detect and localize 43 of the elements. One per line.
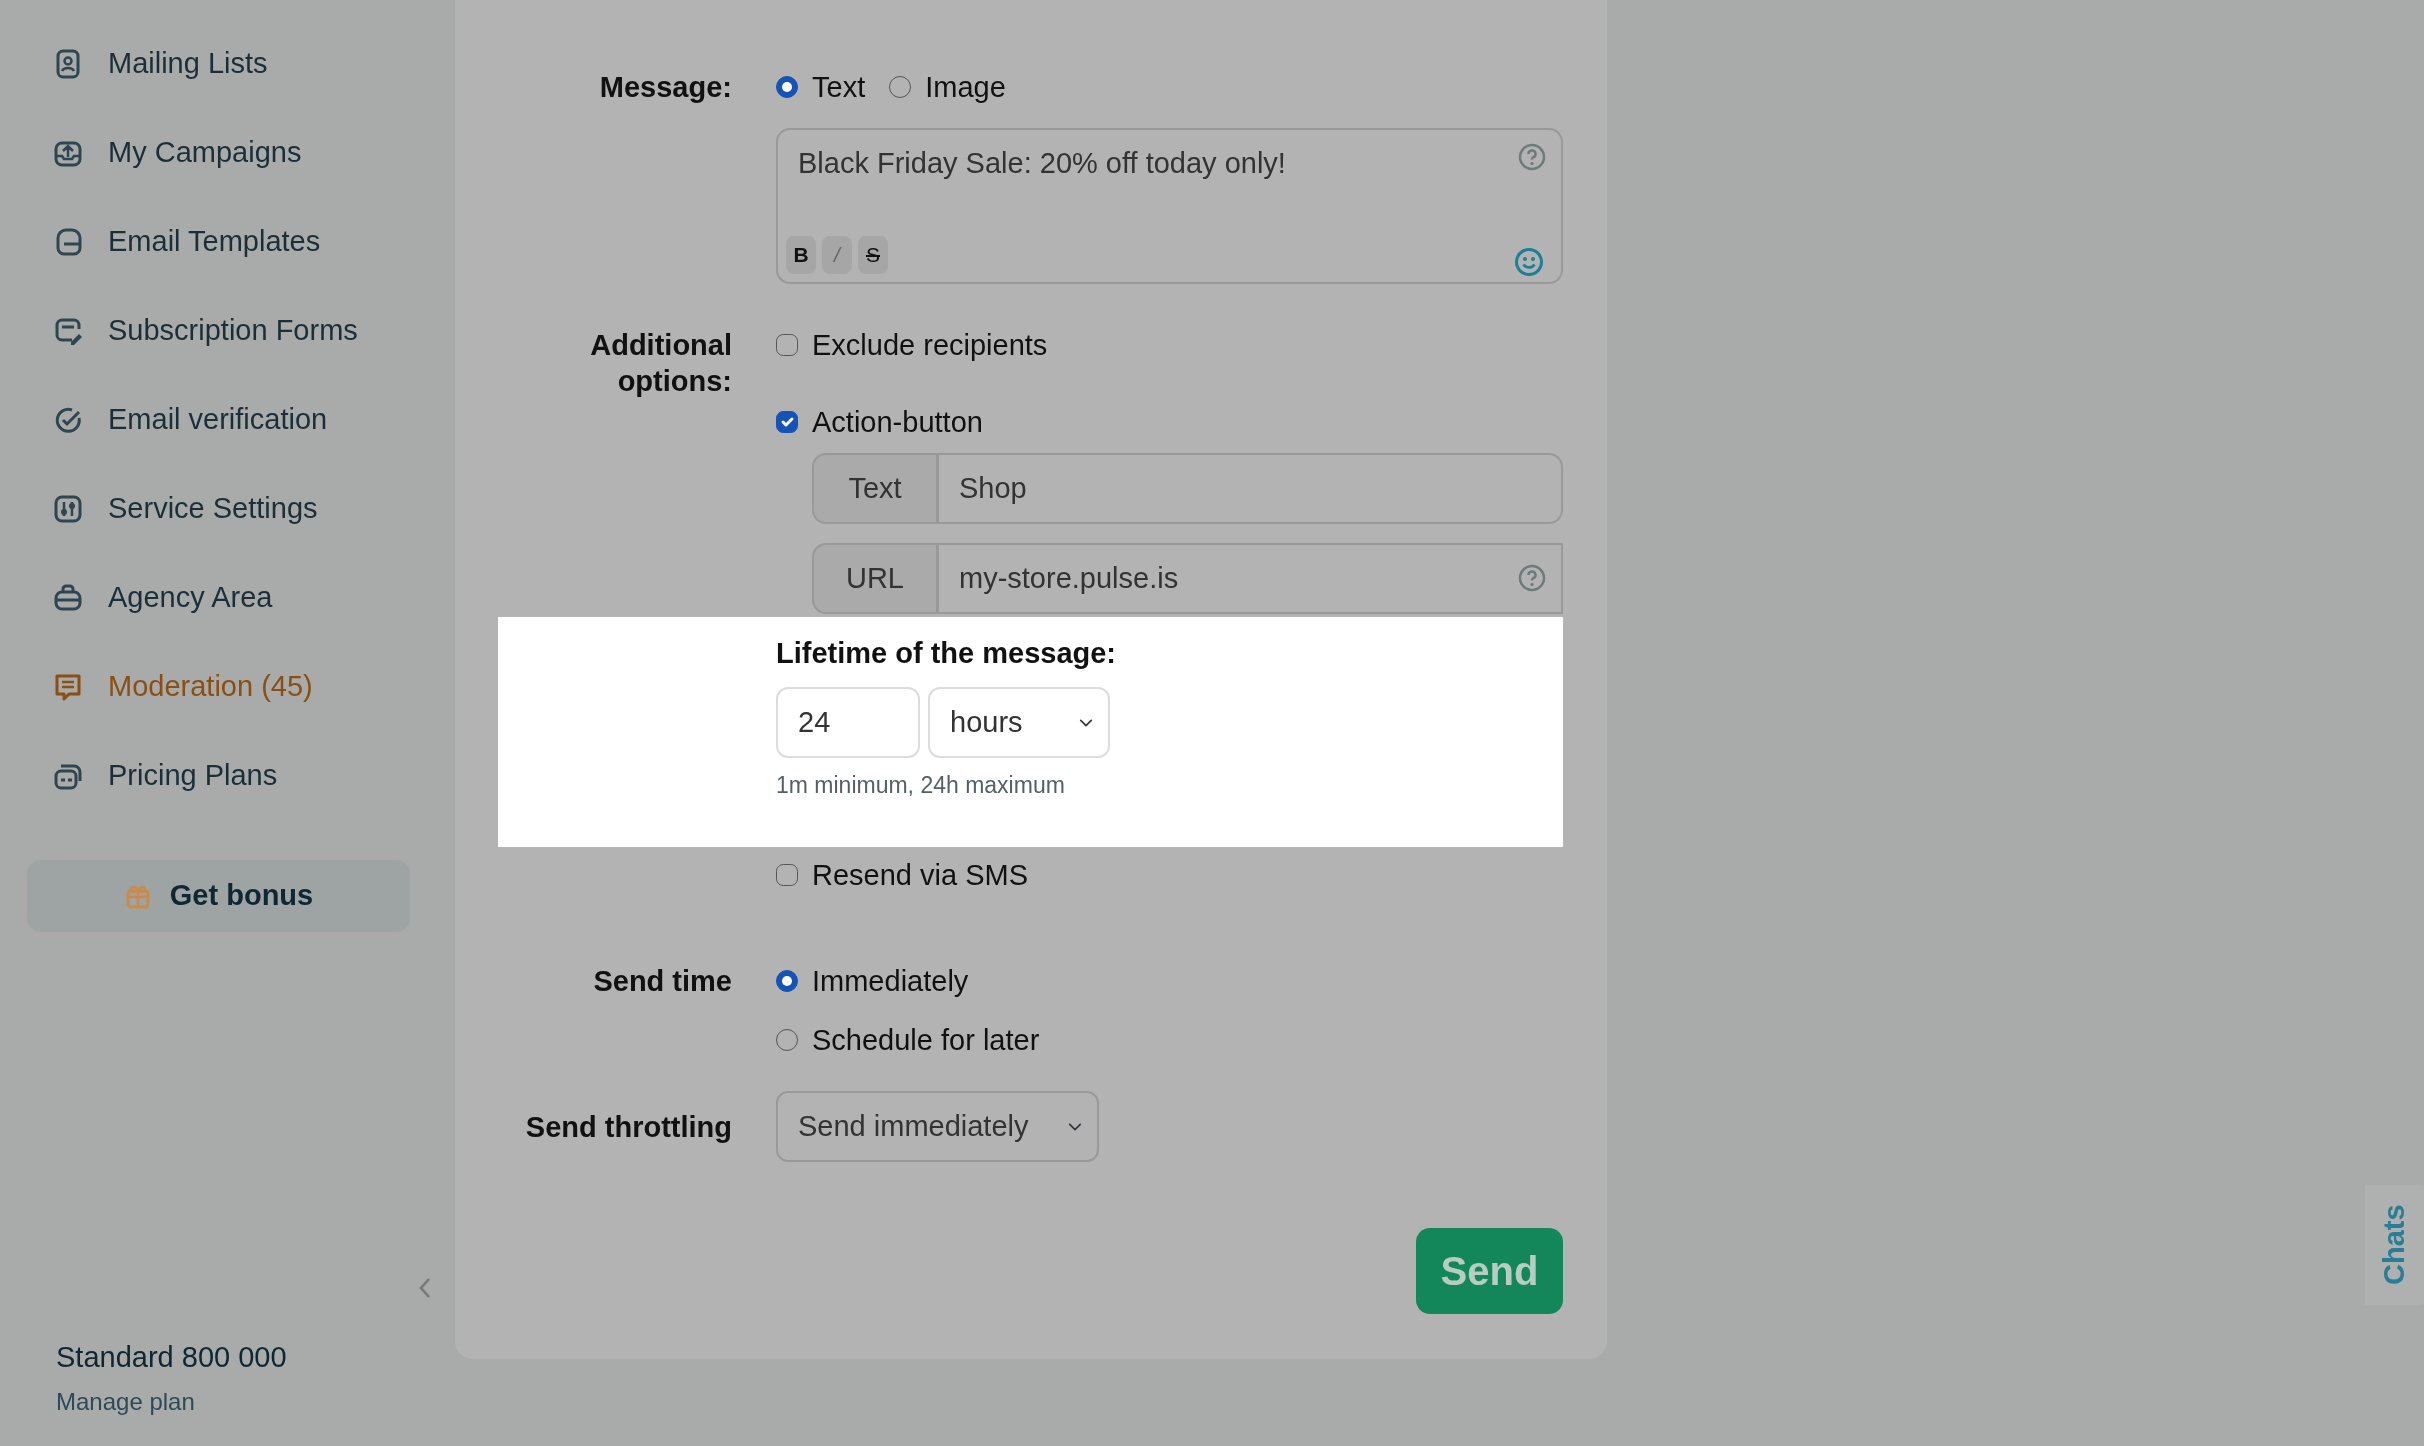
sidebar-item[interactable]: Email verification — [0, 375, 455, 464]
manage-plan-link[interactable]: Manage plan — [56, 1383, 287, 1420]
get-bonus-button[interactable]: Get bonus — [27, 860, 410, 932]
radio-button[interactable] — [776, 1029, 798, 1051]
field-addon: Text — [812, 453, 938, 524]
radio-button[interactable] — [889, 76, 912, 98]
radio-button[interactable] — [776, 76, 798, 98]
plan-name: Standard 800 000 — [56, 1340, 287, 1375]
checkbox-label: Exclude recipients — [812, 328, 1048, 363]
unit-select[interactable]: hours — [928, 687, 1110, 758]
checkbox[interactable] — [776, 334, 798, 356]
field-addon: URL — [812, 543, 938, 614]
sidebar-item[interactable]: Subscription Forms — [0, 286, 455, 375]
checkbox-label: Resend via SMS — [812, 858, 1028, 893]
format-button[interactable]: S — [858, 236, 888, 274]
radio-button[interactable] — [776, 970, 798, 992]
help-icon[interactable] — [1517, 142, 1547, 172]
sidebar-item[interactable]: Agency Area — [0, 553, 455, 642]
checkbox[interactable] — [776, 411, 798, 433]
hint-text: 1m minimum, 24h maximum — [776, 771, 1066, 800]
format-button[interactable]: B — [786, 236, 816, 274]
sidebar-item[interactable]: My Campaigns — [0, 108, 455, 197]
radio-label: Immediately — [812, 964, 969, 999]
smiley-icon[interactable] — [1513, 246, 1545, 278]
sidebar-item[interactable]: Mailing Lists — [0, 19, 455, 108]
help-icon[interactable] — [1517, 563, 1547, 593]
checkbox-label: Action-button — [812, 405, 983, 440]
sidebar-item[interactable]: Pricing Plans — [0, 731, 455, 820]
radio-label: Text — [812, 70, 866, 105]
text-field[interactable]: Shop — [937, 453, 1563, 524]
radio-label: Schedule for later — [812, 1023, 1040, 1058]
field-label: Send throttling — [524, 1109, 732, 1145]
radio-label: Image — [925, 70, 1006, 105]
number-field[interactable]: 24 — [776, 687, 920, 758]
throttling-select[interactable]: Send immediately — [776, 1091, 1099, 1162]
field-label: Send time — [592, 964, 732, 999]
field-label: Additional options: — [589, 328, 732, 399]
sidebar-item[interactable]: Email Templates — [0, 197, 455, 286]
section-heading: Lifetime of the message: — [776, 637, 1118, 669]
text-field[interactable]: my-store.pulse.is — [937, 543, 1563, 614]
checkbox[interactable] — [776, 864, 798, 886]
field-label: Message: — [598, 70, 732, 105]
sidebar-item[interactable]: Service Settings — [0, 464, 455, 553]
